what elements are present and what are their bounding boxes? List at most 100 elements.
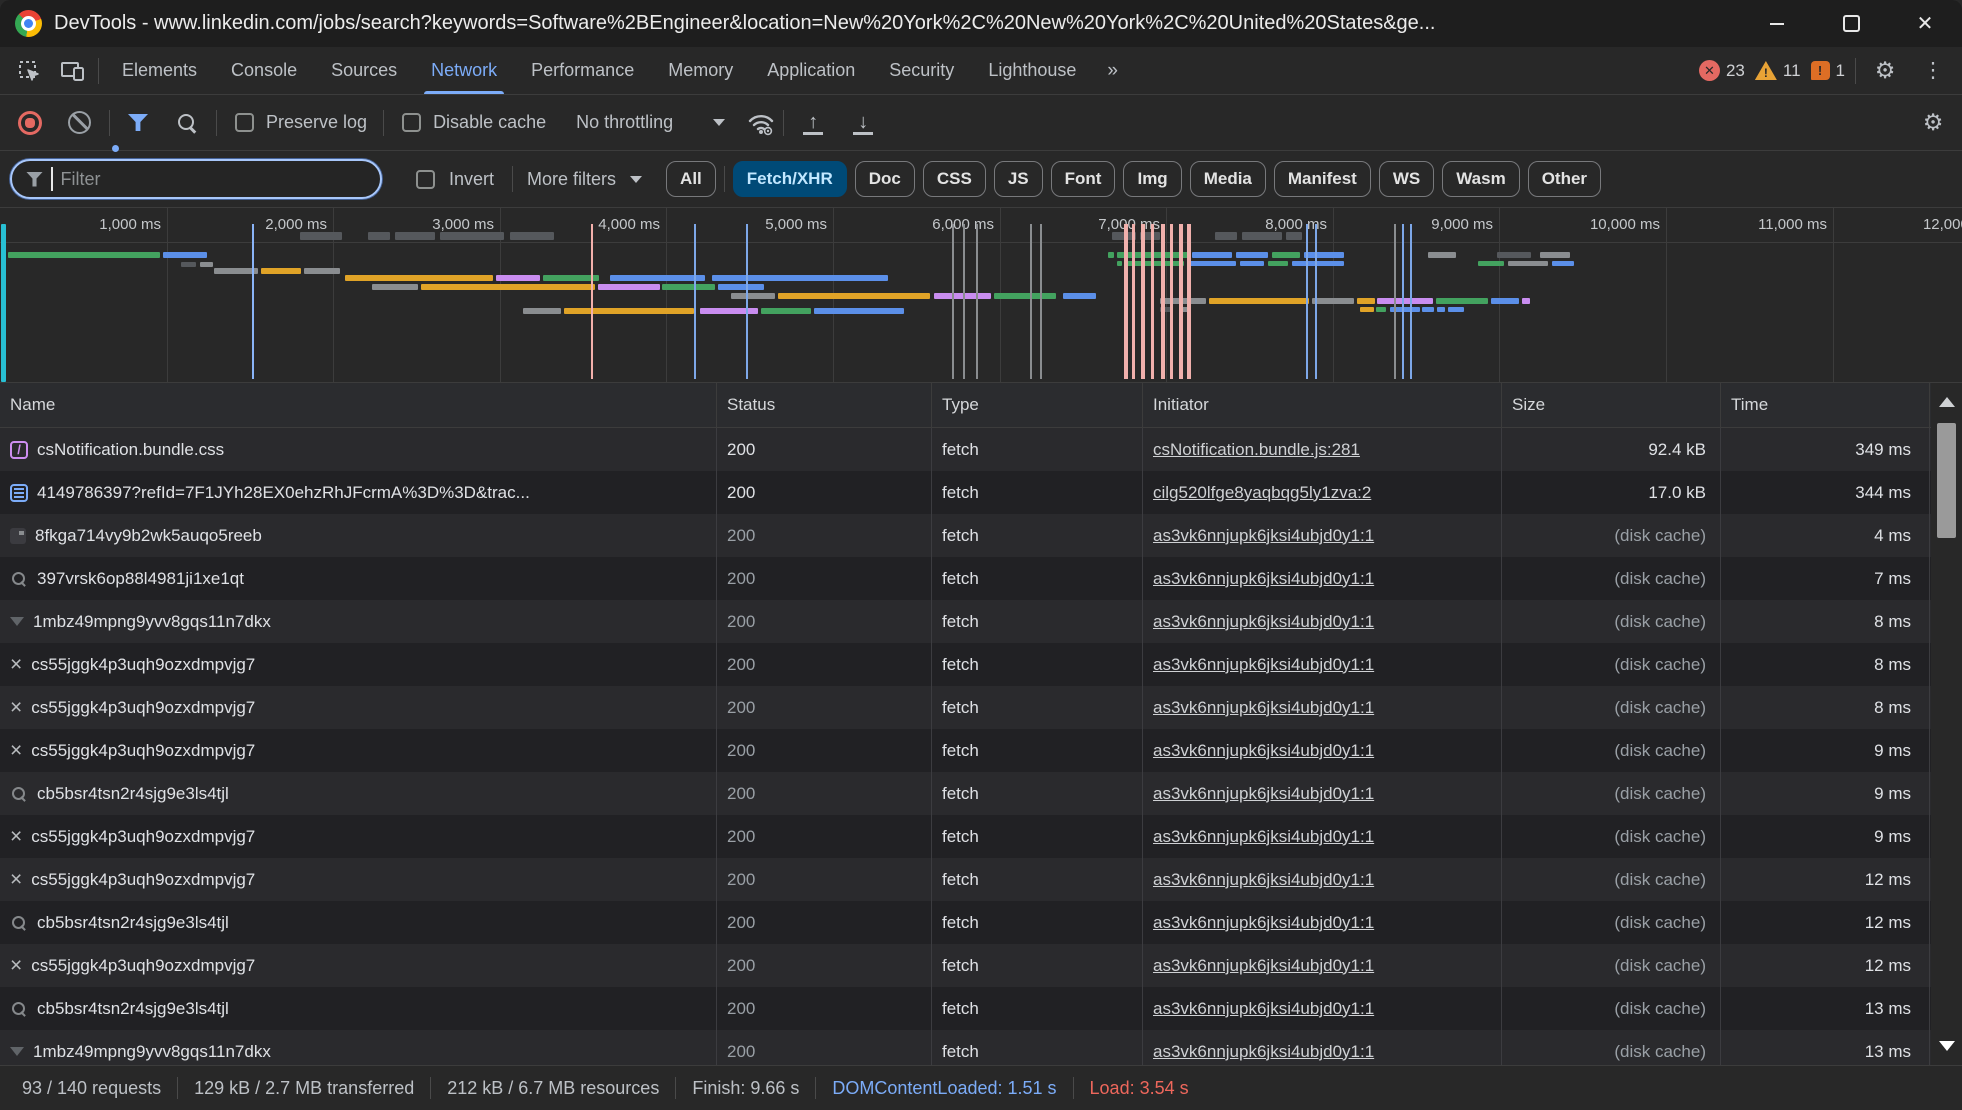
scroll-down-icon[interactable] (1939, 1041, 1955, 1051)
request-size: (disk cache) (1502, 1030, 1721, 1065)
filter-chip-img[interactable]: Img (1123, 161, 1181, 197)
network-request-row[interactable]: 4149786397?refId=7F1JYh28EX0ehzRhJFcrmA%… (0, 471, 1962, 514)
network-request-row[interactable]: cb5bsr4tsn2r4sjg9e3ls4tjl200fetchas3vk6n… (0, 772, 1962, 815)
network-conditions-icon[interactable] (747, 110, 775, 136)
more-tabs-button[interactable]: » (1093, 47, 1130, 94)
initiator-link[interactable]: as3vk6nnjupk6jksi4ubjd0y1:1 (1153, 1042, 1374, 1062)
filter-chip-manifest[interactable]: Manifest (1274, 161, 1371, 197)
inspect-element-icon[interactable] (10, 53, 48, 89)
filter-chip-all[interactable]: All (666, 161, 716, 197)
tab-lighthouse[interactable]: Lighthouse (971, 47, 1093, 94)
close-button[interactable]: ✕ (1888, 0, 1962, 47)
network-settings-gear-icon[interactable]: ⚙ (1914, 105, 1952, 141)
issues-badge[interactable]: ! 1 (1811, 61, 1845, 81)
maximize-button[interactable] (1814, 0, 1888, 47)
initiator-link[interactable]: as3vk6nnjupk6jksi4ubjd0y1:1 (1153, 569, 1374, 589)
tab-security[interactable]: Security (872, 47, 971, 94)
initiator-link[interactable]: as3vk6nnjupk6jksi4ubjd0y1:1 (1153, 612, 1374, 632)
invert-checkbox[interactable] (416, 170, 435, 189)
filter-chip-other[interactable]: Other (1528, 161, 1601, 197)
device-toolbar-icon[interactable] (54, 53, 92, 89)
throttling-dropdown[interactable]: No throttling (576, 112, 725, 133)
request-size: (disk cache) (1502, 514, 1721, 557)
settings-gear-icon[interactable]: ⚙ (1866, 53, 1904, 89)
vertical-scrollbar[interactable] (1931, 383, 1962, 1065)
column-header-name[interactable]: Name (0, 383, 717, 427)
tab-memory[interactable]: Memory (651, 47, 750, 94)
tab-sources[interactable]: Sources (314, 47, 414, 94)
tab-network[interactable]: Network (414, 47, 514, 94)
filter-toggle-button[interactable] (118, 114, 158, 131)
initiator-link[interactable]: cilg520lfge8yaqbqg5ly1zva:2 (1153, 483, 1371, 503)
scroll-up-icon[interactable] (1939, 397, 1955, 407)
network-request-row[interactable]: 8fkga714vy9b2wk5auqo5reeb200fetchas3vk6n… (0, 514, 1962, 557)
column-header-status[interactable]: Status (717, 383, 932, 427)
search-file-icon (10, 785, 28, 803)
initiator-link[interactable]: as3vk6nnjupk6jksi4ubjd0y1:1 (1153, 784, 1374, 804)
tab-elements[interactable]: Elements (105, 47, 214, 94)
network-request-row[interactable]: cb5bsr4tsn2r4sjg9e3ls4tjl200fetchas3vk6n… (0, 987, 1962, 1030)
waterfall-bar (1377, 298, 1433, 304)
initiator-link[interactable]: as3vk6nnjupk6jksi4ubjd0y1:1 (1153, 655, 1374, 675)
preserve-log-checkbox[interactable] (235, 113, 254, 132)
request-type: fetch (932, 944, 1143, 987)
network-request-row[interactable]: cb5bsr4tsn2r4sjg9e3ls4tjl200fetchas3vk6n… (0, 901, 1962, 944)
record-network-log-button[interactable] (18, 111, 42, 135)
filter-chip-font[interactable]: Font (1051, 161, 1116, 197)
filter-input[interactable]: Filter (10, 159, 382, 199)
network-overview-timeline[interactable]: 1,000 ms2,000 ms3,000 ms4,000 ms5,000 ms… (0, 208, 1962, 383)
clear-network-log-button[interactable] (68, 111, 91, 134)
filter-chip-doc[interactable]: Doc (855, 161, 915, 197)
network-request-row[interactable]: ×cs55jggk4p3uqh9ozxdmpvjg7200fetchas3vk6… (0, 815, 1962, 858)
network-request-row[interactable]: ×cs55jggk4p3uqh9ozxdmpvjg7200fetchas3vk6… (0, 944, 1962, 987)
column-header-type[interactable]: Type (932, 383, 1143, 427)
filter-chip-js[interactable]: JS (994, 161, 1043, 197)
tab-console[interactable]: Console (214, 47, 314, 94)
network-request-row[interactable]: /csNotification.bundle.css200fetchcsNoti… (0, 428, 1962, 471)
scrollbar-thumb[interactable] (1937, 423, 1956, 538)
customize-menu-icon[interactable]: ⋮ (1914, 53, 1952, 89)
network-request-row[interactable]: 397vrsk6op88l4981ji1xe1qt200fetchas3vk6n… (0, 557, 1962, 600)
tab-application[interactable]: Application (750, 47, 872, 94)
tab-performance[interactable]: Performance (514, 47, 651, 94)
import-har-icon[interactable]: ↑ (800, 111, 826, 135)
timeline-gridline (167, 208, 168, 382)
filter-chip-fetch-xhr[interactable]: Fetch/XHR (733, 161, 847, 197)
initiator-link[interactable]: as3vk6nnjupk6jksi4ubjd0y1:1 (1153, 698, 1374, 718)
initiator-link[interactable]: as3vk6nnjupk6jksi4ubjd0y1:1 (1153, 999, 1374, 1019)
network-request-row[interactable]: ×cs55jggk4p3uqh9ozxdmpvjg7200fetchas3vk6… (0, 643, 1962, 686)
column-header-time[interactable]: Time (1721, 383, 1930, 427)
initiator-link[interactable]: as3vk6nnjupk6jksi4ubjd0y1:1 (1153, 870, 1374, 890)
more-filters-dropdown[interactable]: More filters (527, 169, 642, 190)
network-request-row[interactable]: 1mbz49mpng9yvv8gqs11n7dkx200fetchas3vk6n… (0, 600, 1962, 643)
filter-chip-ws[interactable]: WS (1379, 161, 1434, 197)
network-request-row[interactable]: ×cs55jggk4p3uqh9ozxdmpvjg7200fetchas3vk6… (0, 686, 1962, 729)
network-request-row[interactable]: 1mbz49mpng9yvv8gqs11n7dkx200fetchas3vk6n… (0, 1030, 1962, 1065)
disable-cache-checkbox[interactable] (402, 113, 421, 132)
search-network-button[interactable] (176, 112, 198, 134)
initiator-link[interactable]: as3vk6nnjupk6jksi4ubjd0y1:1 (1153, 913, 1374, 933)
filter-chip-media[interactable]: Media (1190, 161, 1266, 197)
waterfall-bar (1478, 261, 1504, 266)
initiator-link[interactable]: as3vk6nnjupk6jksi4ubjd0y1:1 (1153, 526, 1374, 546)
minimize-button[interactable] (1740, 0, 1814, 47)
column-header-initiator[interactable]: Initiator (1143, 383, 1502, 427)
waterfall-bar (712, 275, 888, 281)
warnings-badge[interactable]: 11 (1755, 61, 1801, 81)
filter-chip-wasm[interactable]: Wasm (1442, 161, 1519, 197)
initiator-link[interactable]: as3vk6nnjupk6jksi4ubjd0y1:1 (1153, 956, 1374, 976)
request-initiator-cell: as3vk6nnjupk6jksi4ubjd0y1:1 (1143, 686, 1502, 729)
initiator-link[interactable]: as3vk6nnjupk6jksi4ubjd0y1:1 (1153, 741, 1374, 761)
network-request-row[interactable]: ×cs55jggk4p3uqh9ozxdmpvjg7200fetchas3vk6… (0, 729, 1962, 772)
filter-chip-css[interactable]: CSS (923, 161, 986, 197)
export-har-icon[interactable]: ↓ (850, 111, 876, 135)
initiator-link[interactable]: as3vk6nnjupk6jksi4ubjd0y1:1 (1153, 827, 1374, 847)
network-request-row[interactable]: ×cs55jggk4p3uqh9ozxdmpvjg7200fetchas3vk6… (0, 858, 1962, 901)
column-header-size[interactable]: Size (1502, 383, 1721, 427)
waterfall-bar (1236, 252, 1268, 258)
waterfall-bar (564, 308, 694, 314)
x-file-icon: × (10, 828, 22, 846)
timeline-event-line (1187, 224, 1191, 379)
initiator-link[interactable]: csNotification.bundle.js:281 (1153, 440, 1360, 460)
errors-badge[interactable]: ✕ 23 (1699, 60, 1745, 81)
